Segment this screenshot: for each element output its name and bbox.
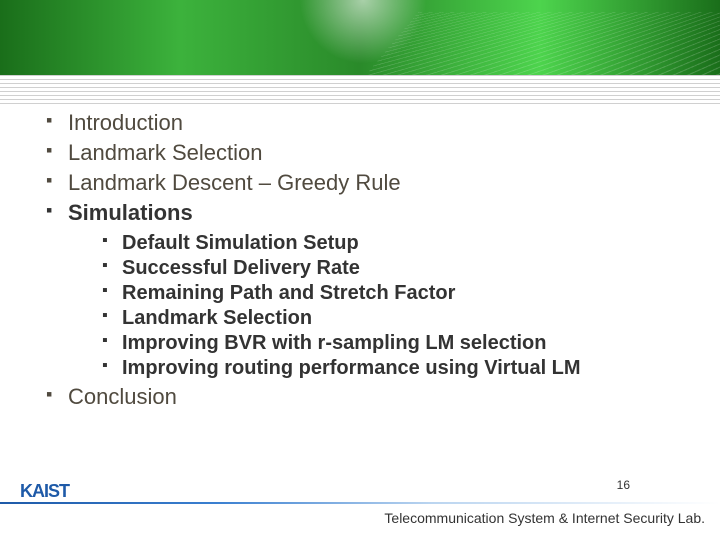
outline-item-label: Introduction [68, 110, 183, 135]
outline-item-label: Landmark Selection [68, 140, 262, 165]
header-banner [0, 0, 720, 75]
footer-lab: Telecommunication System & Internet Secu… [384, 510, 705, 526]
outline-item-label: Simulations [68, 200, 193, 225]
outline-subitem-label: Improving routing performance using Virt… [122, 357, 581, 379]
outline-item: Landmark Selection [40, 140, 680, 166]
slide-content: Introduction Landmark Selection Landmark… [0, 105, 720, 410]
outline-subitem-label: Landmark Selection [122, 307, 312, 329]
header-stripes [0, 75, 720, 105]
outline-item-label: Conclusion [68, 384, 177, 409]
outline-item: Introduction [40, 110, 680, 136]
footer-divider [0, 502, 720, 504]
outline-item-label: Landmark Descent – Greedy Rule [68, 170, 401, 195]
outline-list: Introduction Landmark Selection Landmark… [40, 110, 680, 410]
outline-subitem: Remaining Path and Stretch Factor [98, 282, 680, 305]
outline-subitem: Landmark Selection [98, 307, 680, 330]
outline-subitem: Default Simulation Setup [98, 232, 680, 255]
outline-subitem-label: Remaining Path and Stretch Factor [122, 282, 455, 304]
outline-subitem: Improving BVR with r-sampling LM selecti… [98, 332, 680, 355]
outline-item-current: Simulations Default Simulation Setup Suc… [40, 200, 680, 380]
outline-sublist: Default Simulation Setup Successful Deli… [98, 232, 680, 380]
header-light [288, 0, 438, 75]
outline-subitem: Improving routing performance using Virt… [98, 357, 680, 380]
page-number: 16 [617, 478, 630, 492]
outline-item: Landmark Descent – Greedy Rule [40, 170, 680, 196]
outline-subitem-label: Default Simulation Setup [122, 232, 359, 254]
outline-subitem-label: Successful Delivery Rate [122, 257, 360, 279]
outline-item: Conclusion [40, 384, 680, 410]
outline-subitem-label: Improving BVR with r-sampling LM selecti… [122, 332, 546, 354]
footer-logo: KAIST [20, 481, 69, 502]
outline-subitem: Successful Delivery Rate [98, 257, 680, 280]
